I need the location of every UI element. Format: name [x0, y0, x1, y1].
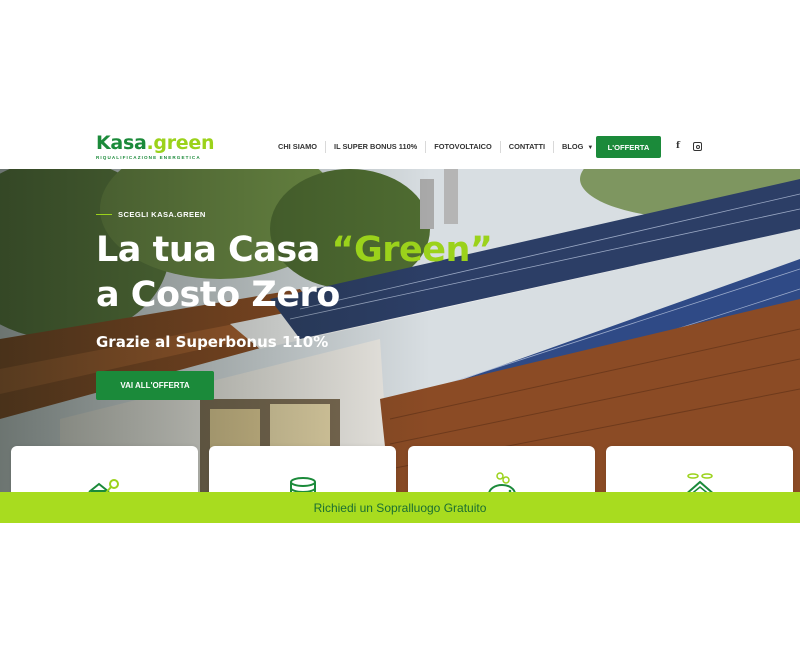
hero-subheadline: Grazie al Superbonus 110% [96, 333, 329, 351]
instagram-icon[interactable] [693, 142, 702, 151]
inspection-request-bar[interactable]: Richiedi un Sopralluogo Gratuito [0, 492, 800, 523]
logo-tagline: RIQUALIFICAZIONE ENERGETICA [96, 155, 201, 160]
nav-item-contatti[interactable]: CONTATTI [501, 141, 555, 153]
nav-item-blog[interactable]: BLOG ▼ [554, 141, 601, 153]
hero-offer-button[interactable]: VAI ALL'OFFERTA [96, 371, 214, 400]
hero-eyebrow: SCEGLI KASA.GREEN [96, 210, 206, 219]
nav-item-blog-label: BLOG [562, 142, 584, 151]
headline-line2: a Costo Zero [96, 275, 340, 315]
logo-wordmark: Kasa.green [96, 132, 215, 154]
headline-accent: “Green” [331, 230, 493, 270]
inspection-request-label: Richiedi un Sopralluogo Gratuito [313, 500, 487, 515]
main-nav: CHI SIAMO IL SUPER BONUS 110% FOTOVOLTAI… [270, 137, 601, 157]
site-logo[interactable]: Kasa.green RIQUALIFICAZIONE ENERGETICA [96, 133, 214, 160]
offer-button[interactable]: L'OFFERTA [596, 136, 661, 158]
eyebrow-text: SCEGLI KASA.GREEN [118, 210, 206, 219]
eyebrow-line [96, 214, 112, 215]
nav-item-chi-siamo[interactable]: CHI SIAMO [270, 141, 327, 153]
headline-line1: La tua Casa [96, 230, 332, 270]
nav-item-fotovoltaico[interactable]: FOTOVOLTAICO [426, 141, 501, 153]
hero-headline: La tua Casa “Green” a Costo Zero [96, 228, 493, 318]
nav-item-super-bonus[interactable]: IL SUPER BONUS 110% [326, 141, 427, 153]
chevron-down-icon: ▼ [587, 145, 594, 151]
facebook-icon[interactable]: f [676, 141, 680, 151]
